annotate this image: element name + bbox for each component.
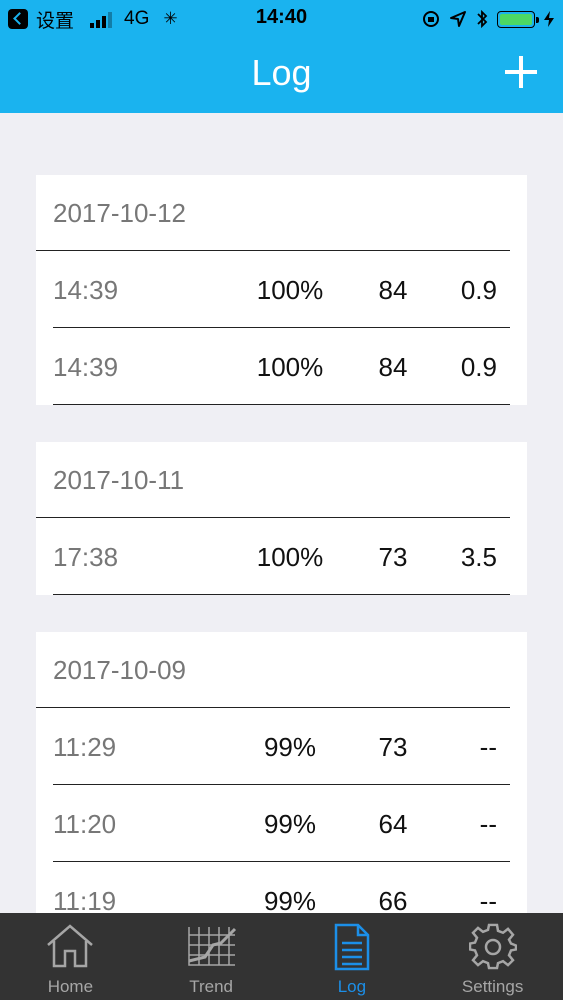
log-entry-row[interactable]: 11:20 99% 64 --: [53, 785, 510, 862]
status-bar: 设置 4G ✳ 14:40: [0, 0, 563, 38]
charging-bolt-icon: [544, 11, 554, 27]
tab-trend-label: Trend: [189, 977, 234, 996]
tab-settings-label: Settings: [461, 977, 524, 996]
entry-percent: 99%: [263, 809, 317, 839]
entry-extra: 0.9: [460, 275, 497, 305]
entry-time: 11:19: [53, 886, 117, 913]
log-group-date: 2017-10-09: [36, 632, 510, 708]
log-entry-row[interactable]: 11:29 99% 73 --: [53, 708, 510, 785]
page-title: Log: [251, 52, 312, 93]
back-to-app-icon[interactable]: [8, 9, 28, 29]
log-group-2017-10-12: 2017-10-12 14:39 100% 84 0.9 14:39 100% …: [36, 175, 527, 405]
entry-time: 11:20: [53, 809, 117, 839]
log-group-date: 2017-10-11: [36, 442, 510, 518]
tab-log[interactable]: Log: [282, 913, 423, 1000]
tab-bar: Home Trend Log Settings: [0, 913, 563, 1000]
nav-bar: Log: [0, 38, 563, 113]
entry-value: 84: [378, 275, 408, 305]
status-right: [421, 6, 555, 32]
entry-extra: 0.9: [460, 352, 497, 382]
entry-percent: 99%: [263, 886, 317, 913]
entry-time: 11:29: [53, 732, 117, 762]
log-group-2017-10-11: 2017-10-11 17:38 100% 73 3.5: [36, 442, 527, 595]
entry-value: 73: [378, 542, 408, 572]
entry-percent: 100%: [256, 275, 324, 305]
entry-extra: --: [479, 886, 497, 913]
tab-trend[interactable]: Trend: [141, 913, 282, 1000]
entry-value: 66: [378, 886, 408, 913]
tab-home-label: Home: [47, 977, 94, 996]
entry-percent: 100%: [256, 352, 324, 382]
entry-extra: --: [479, 809, 497, 839]
entry-value: 64: [378, 809, 408, 839]
log-entry-row[interactable]: 11:19 99% 66 --: [53, 862, 510, 913]
bluetooth-icon: [477, 9, 488, 29]
signal-strength-icon: [90, 11, 113, 28]
status-left: 设置 4G ✳: [8, 6, 178, 32]
log-group-2017-10-09: 2017-10-09 11:29 99% 73 -- 11:20 99% 64 …: [36, 632, 527, 913]
log-entry-row[interactable]: 14:39 100% 84 0.9: [53, 251, 510, 328]
orientation-lock-icon: [423, 11, 439, 27]
document-icon: [334, 923, 370, 971]
log-entry-row[interactable]: 14:39 100% 84 0.9: [53, 328, 510, 405]
location-arrow-icon: [450, 11, 466, 27]
trend-chart-icon: [188, 927, 237, 966]
entry-time: 17:38: [53, 542, 119, 572]
log-entry-row[interactable]: 17:38 100% 73 3.5: [53, 518, 510, 595]
entry-time: 14:39: [53, 352, 119, 382]
entry-value: 84: [378, 352, 408, 382]
log-group-date: 2017-10-12: [36, 175, 510, 251]
entry-percent: 100%: [256, 542, 324, 572]
entry-extra: --: [479, 732, 497, 762]
entry-value: 73: [378, 732, 408, 762]
entry-extra: 3.5: [460, 542, 497, 572]
plus-icon[interactable]: [503, 54, 539, 90]
tab-settings[interactable]: Settings: [422, 913, 563, 1000]
tab-log-label: Log: [337, 977, 367, 996]
network-type: 4G: [124, 8, 150, 29]
tab-home[interactable]: Home: [0, 913, 141, 1000]
gear-icon: [468, 923, 517, 970]
back-app-label[interactable]: 设置: [36, 6, 74, 33]
house-icon: [47, 924, 94, 968]
entry-time: 14:39: [53, 275, 119, 305]
battery-icon: [497, 10, 539, 28]
loading-spinner-icon: ✳: [163, 9, 178, 28]
log-list[interactable]: 2017-10-12 14:39 100% 84 0.9 14:39 100% …: [0, 113, 563, 913]
entry-percent: 99%: [263, 732, 317, 762]
